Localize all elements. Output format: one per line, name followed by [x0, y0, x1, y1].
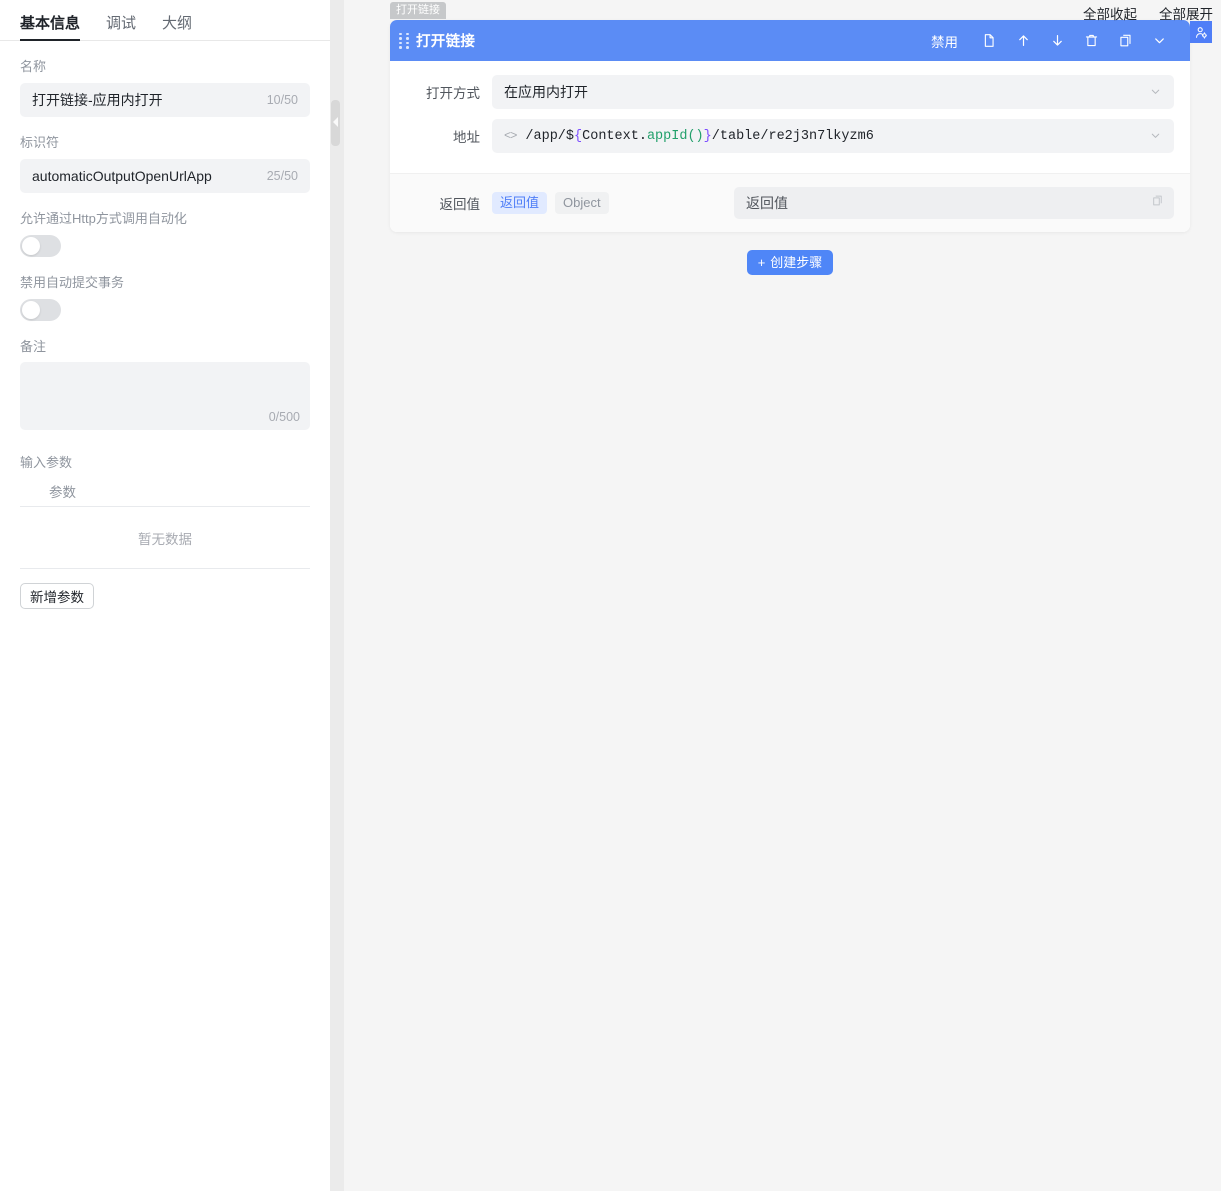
move-up-button[interactable] [1006, 26, 1040, 56]
plus-icon: + [757, 255, 766, 270]
input-params-label: 输入参数 [20, 455, 73, 471]
user-settings-icon [1195, 26, 1207, 39]
bottom-spacer [0, 1191, 1221, 1199]
document-icon [984, 34, 994, 47]
flow-canvas: 全部收起 全部展开 打开链接 打开链接 禁用 打开方式 在应用内打开 地址 <>… [344, 0, 1221, 1199]
input-params-header: 参数 [20, 475, 310, 508]
return-value-input-text: 返回值 [746, 195, 788, 211]
settings-tabs: 基本信息 调试 大纲 [0, 0, 330, 41]
remark-counter: 0/500 [268, 410, 300, 425]
chevron-down-icon [1149, 129, 1162, 144]
remark-textarea[interactable]: 0/500 [20, 362, 310, 431]
return-value-name-badge[interactable]: 返回值 [492, 192, 548, 214]
collapse-step-button[interactable] [1142, 26, 1176, 56]
document-button[interactable] [972, 26, 1006, 56]
tab-basic-info[interactable]: 基本信息 [20, 16, 81, 41]
address-row: 地址 <> /app/${Context.appId()}/table/re2j… [390, 119, 1190, 153]
expand-all-link[interactable]: 全部展开 [1159, 3, 1213, 23]
add-param-button[interactable]: 新增参数 [20, 583, 94, 610]
open-mode-select[interactable]: 在应用内打开 [492, 75, 1174, 109]
copy-icon[interactable] [1151, 194, 1164, 212]
drag-handle-icon[interactable] [399, 32, 409, 49]
address-input[interactable]: <> /app/${Context.appId()}/table/re2j3n7… [492, 119, 1174, 153]
collapse-all-link[interactable]: 全部收起 [1083, 3, 1137, 23]
name-input-value: 打开链接-应用内打开 [32, 91, 163, 108]
chevron-down-icon [1154, 38, 1164, 44]
user-settings-button[interactable] [1190, 21, 1212, 43]
left-settings-panel: 基本信息 调试 大纲 名称 打开链接-应用内打开 10/50 标识符 autom… [0, 0, 330, 1199]
identifier-label: 标识符 [20, 134, 60, 150]
step-card-body: 打开方式 在应用内打开 地址 <> /app/${Context.appId()… [390, 61, 1190, 173]
param-column-header: 参数 [49, 484, 76, 500]
return-value-input[interactable]: 返回值 [734, 187, 1174, 219]
identifier-counter: 25/50 [266, 168, 298, 183]
canvas-top-actions: 全部收起 全部展开 [1083, 0, 1221, 23]
delete-step-button[interactable] [1074, 26, 1108, 56]
remark-label: 备注 [20, 338, 47, 354]
identifier-input[interactable]: automaticOutputOpenUrlApp 25/50 [20, 158, 310, 193]
chevron-down-icon [1149, 85, 1162, 100]
name-counter: 10/50 [266, 92, 298, 107]
panel-divider[interactable] [330, 0, 344, 1199]
disable-step-button[interactable]: 禁用 [917, 31, 972, 51]
name-label: 名称 [20, 59, 47, 74]
step-card-toolbar: 禁用 [917, 26, 1176, 56]
input-params-table: 参数 暂无数据 [20, 475, 310, 570]
node-type-tag: 打开链接 [390, 2, 446, 20]
open-mode-label: 打开方式 [426, 86, 480, 101]
step-card-header: 打开链接 禁用 [390, 20, 1190, 61]
automation-editor: 基本信息 调试 大纲 名称 打开链接-应用内打开 10/50 标识符 autom… [0, 0, 1221, 1199]
name-input[interactable]: 打开链接-应用内打开 10/50 [20, 82, 310, 117]
return-value-section: 返回值 返回值 Object 返回值 [390, 173, 1190, 232]
open-mode-value: 在应用内打开 [504, 84, 588, 100]
open-mode-row: 打开方式 在应用内打开 [390, 75, 1190, 109]
collapse-panel-handle[interactable] [331, 100, 340, 146]
http-invoke-label: 允许通过Http方式调用自动化 [20, 210, 187, 226]
input-params-empty: 暂无数据 [20, 507, 310, 570]
tab-debug[interactable]: 调试 [106, 16, 136, 40]
arrow-down-icon [1052, 35, 1062, 46]
create-step-row: + 创建步骤 [390, 250, 1190, 275]
return-value-type-badge[interactable]: Object [555, 192, 609, 214]
copy-icon [1119, 34, 1131, 47]
input-params-section: 输入参数 参数 暂无数据 新增参数 [20, 452, 310, 610]
disable-auto-commit-label: 禁用自动提交事务 [20, 274, 125, 290]
http-invoke-toggle[interactable] [20, 234, 61, 257]
create-step-button[interactable]: + 创建步骤 [746, 250, 834, 275]
tab-outline[interactable]: 大纲 [162, 16, 192, 40]
move-down-button[interactable] [1040, 26, 1074, 56]
step-card-open-link: 打开链接 禁用 打开方式 在应用内打开 地址 <> /app/${Context… [390, 20, 1190, 232]
step-card-title: 打开链接 [416, 34, 476, 50]
return-value-label: 返回值 [439, 197, 481, 212]
address-value: /app/${Context.appId()}/table/re2j3n7lky… [525, 128, 874, 144]
copy-step-button[interactable] [1108, 26, 1142, 56]
identifier-input-value: automaticOutputOpenUrlApp [32, 167, 212, 184]
disable-auto-commit-toggle[interactable] [20, 298, 61, 321]
code-brackets-icon: <> [504, 129, 517, 143]
create-step-button-label: 创建步骤 [770, 255, 823, 270]
address-label: 地址 [453, 130, 480, 145]
trash-icon [1085, 34, 1097, 47]
arrow-up-icon [1018, 35, 1028, 46]
settings-form: 名称 打开链接-应用内打开 10/50 标识符 automaticOutputO… [0, 59, 330, 610]
